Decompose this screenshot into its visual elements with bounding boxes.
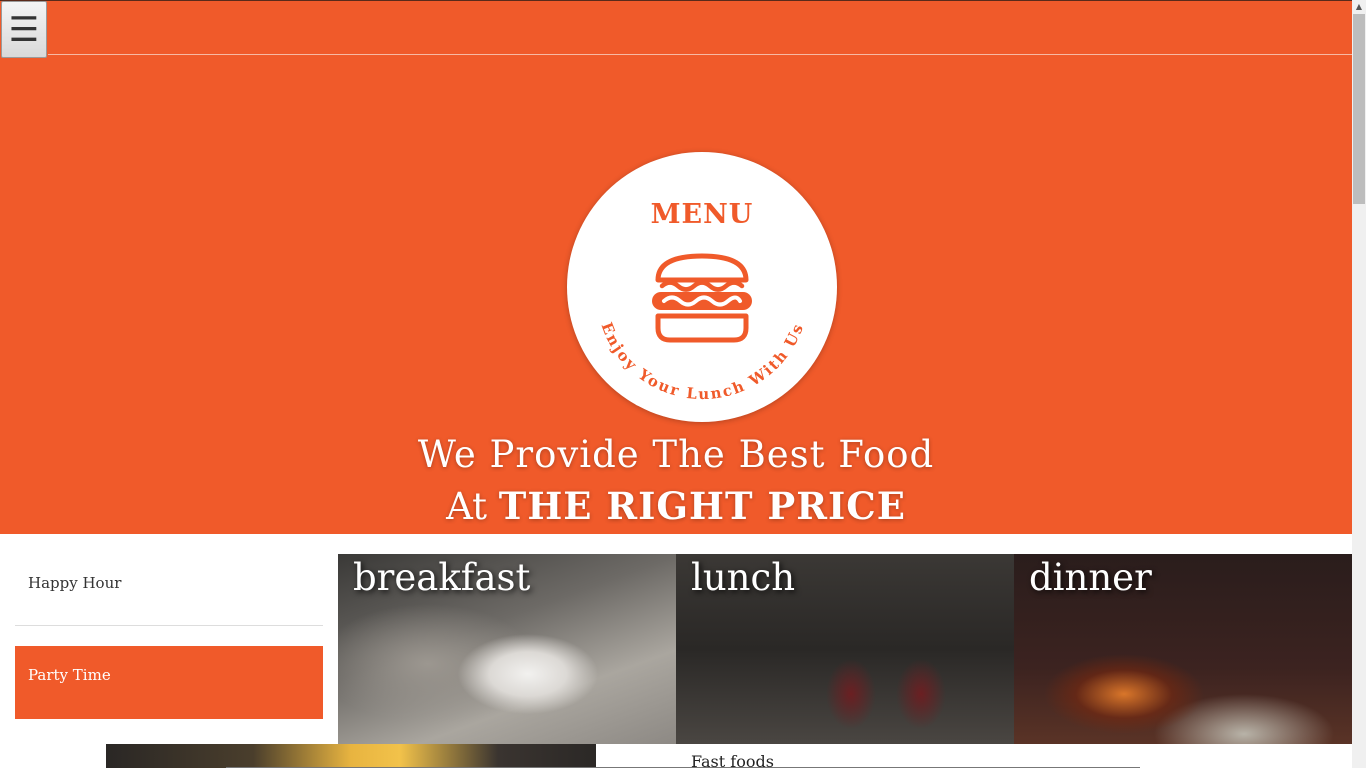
card-label: breakfast — [353, 556, 531, 599]
badge-arc-text: Enjoy Your Lunch With Us — [597, 320, 807, 403]
top-border — [0, 0, 1352, 1]
tagline-emphasis: THE RIGHT PRICE — [498, 484, 906, 528]
hero-banner: MENU Enjoy Your Lunch With Us We Provide… — [0, 0, 1352, 534]
meal-cards: breakfast lunch dinner — [338, 554, 1352, 744]
menu-toggle-button[interactable]: ☰ — [1, 1, 47, 58]
hero-tagline: We Provide The Best Food — [417, 433, 935, 476]
menu-badge: MENU Enjoy Your Lunch With Us — [567, 152, 837, 422]
hamburger-icon: ☰ — [8, 9, 40, 50]
card-lunch[interactable]: lunch — [676, 554, 1014, 744]
scroll-up-icon[interactable]: ▲ — [1352, 0, 1366, 14]
card-dinner[interactable]: dinner — [1014, 554, 1352, 744]
badge-subtitle: Enjoy Your Lunch With Us — [597, 320, 805, 403]
section-title: Fast foods — [691, 752, 774, 771]
hero-tagline-price: At THE RIGHT PRICE — [0, 484, 1352, 528]
header-divider — [48, 54, 1352, 55]
card-label: lunch — [691, 556, 796, 599]
fast-food-image — [106, 744, 596, 768]
vertical-scrollbar[interactable]: ▲ — [1352, 0, 1366, 768]
menu-tabs: Happy Hour Party Time — [15, 554, 323, 719]
scroll-thumb[interactable] — [1353, 14, 1365, 204]
tab-happy-hour[interactable]: Happy Hour — [15, 554, 323, 626]
card-label: dinner — [1029, 556, 1152, 599]
tab-party-time[interactable]: Party Time — [15, 646, 323, 719]
tagline-prefix: At — [446, 485, 488, 528]
card-breakfast[interactable]: breakfast — [338, 554, 676, 744]
svg-text:Enjoy Your Lunch With Us: Enjoy Your Lunch With Us — [597, 320, 807, 403]
